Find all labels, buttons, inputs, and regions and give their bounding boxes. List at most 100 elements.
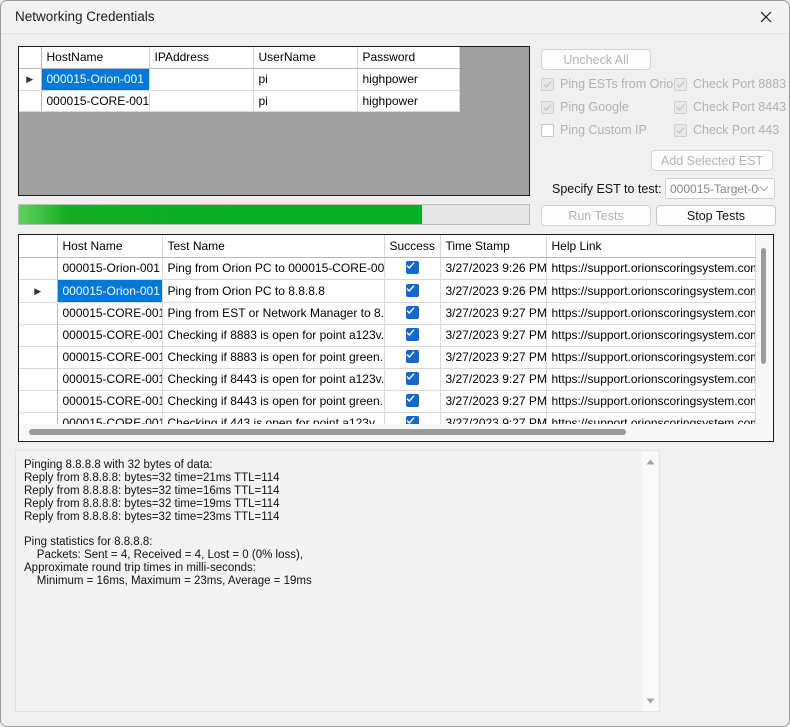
cell-test-name[interactable]: Ping from Orion PC to 8.8.8.8 (162, 279, 384, 302)
column-header-ipaddress[interactable]: IPAddress (149, 47, 253, 68)
results-vertical-scrollbar[interactable] (756, 236, 772, 426)
cell-host-name[interactable]: 000015-CORE-001 (57, 302, 162, 324)
cell-test-name[interactable]: Ping from Orion PC to 000015-CORE-001 (162, 257, 384, 279)
checkbox-ping-custom-ip[interactable]: Ping Custom IP (541, 123, 647, 137)
cell-time-stamp[interactable]: 3/27/2023 9:27 PM (440, 346, 546, 368)
cell-host-name[interactable]: 000015-Orion-001 (57, 279, 162, 302)
row-selector-header (19, 235, 57, 257)
column-header-host-name[interactable]: Host Name (57, 235, 162, 257)
table-row[interactable]: 000015-CORE-001 pi highpower (19, 90, 459, 111)
checkbox-label: Ping Custom IP (560, 123, 647, 137)
checkbox-check-port-8443[interactable]: Check Port 8443 (674, 100, 786, 114)
cell-host-name[interactable]: 000015-CORE-001 (57, 368, 162, 390)
column-header-help-link[interactable]: Help Link (546, 235, 755, 257)
cell-success[interactable] (384, 324, 440, 346)
close-icon (760, 11, 772, 23)
table-row[interactable]: 000015-CORE-001Checking if 8883 is open … (19, 346, 755, 368)
cell-time-stamp[interactable]: 3/27/2023 9:27 PM (440, 390, 546, 412)
row-selector[interactable] (19, 346, 57, 368)
success-checkbox-icon (406, 372, 419, 385)
column-header-time-stamp[interactable]: Time Stamp (440, 235, 546, 257)
stop-tests-button[interactable]: Stop Tests (656, 205, 776, 226)
cell-password[interactable]: highpower (357, 68, 459, 90)
table-row[interactable]: 000015-CORE-001Checking if 8883 is open … (19, 324, 755, 346)
cell-help-link[interactable]: https://support.orionscoringsystem.com/i… (546, 368, 755, 390)
cell-username[interactable]: pi (253, 90, 357, 111)
table-row[interactable]: ▶000015-Orion-001Ping from Orion PC to 8… (19, 279, 755, 302)
column-header-username[interactable]: UserName (253, 47, 357, 68)
column-header-test-name[interactable]: Test Name (162, 235, 384, 257)
cell-success[interactable] (384, 279, 440, 302)
cell-ipaddress[interactable] (149, 90, 253, 111)
column-header-hostname[interactable]: HostName (41, 47, 149, 68)
checkbox-label: Check Port 8443 (693, 100, 786, 114)
uncheck-all-button[interactable]: Uncheck All (541, 49, 651, 70)
cell-help-link[interactable]: https://support.orionscoringsystem.com/i… (546, 346, 755, 368)
cell-test-name[interactable]: Checking if 8443 is open for point green… (162, 390, 384, 412)
cell-time-stamp[interactable]: 3/27/2023 9:26 PM (440, 279, 546, 302)
table-row[interactable]: ▶ 000015-Orion-001 pi highpower (19, 68, 459, 90)
cell-help-link[interactable]: https://support.orionscoringsystem.com/i… (546, 324, 755, 346)
scroll-down-arrow-icon[interactable] (642, 693, 659, 709)
cell-host-name[interactable]: 000015-CORE-001 (57, 346, 162, 368)
test-results-grid[interactable]: Host Name Test Name Success Time Stamp H… (18, 234, 774, 442)
cell-help-link[interactable]: https://support.orionscoringsystem.com/i… (546, 302, 755, 324)
cell-test-name[interactable]: Checking if 8883 is open for point green… (162, 346, 384, 368)
scroll-up-arrow-icon[interactable] (642, 454, 659, 470)
row-selector[interactable] (19, 257, 57, 279)
close-button[interactable] (743, 1, 789, 33)
log-vertical-scrollbar[interactable] (641, 452, 658, 711)
cell-time-stamp[interactable]: 3/27/2023 9:26 PM (440, 257, 546, 279)
results-vertical-scroll-thumb[interactable] (761, 248, 766, 364)
networking-credentials-window: Networking Credentials HostName IPAddres… (0, 0, 790, 727)
row-selector[interactable]: ▶ (19, 68, 41, 90)
cell-help-link[interactable]: https://support.orionscoringsystem.com/i… (546, 279, 755, 302)
add-selected-est-button[interactable]: Add Selected EST (651, 150, 773, 171)
checkbox-check-port-443[interactable]: Check Port 443 (674, 123, 779, 137)
cell-hostname[interactable]: 000015-CORE-001 (41, 90, 149, 111)
cell-success[interactable] (384, 346, 440, 368)
cell-test-name[interactable]: Checking if 8883 is open for point a123v… (162, 324, 384, 346)
cell-success[interactable] (384, 257, 440, 279)
cell-username[interactable]: pi (253, 68, 357, 90)
success-checkbox-icon (406, 328, 419, 341)
table-row[interactable]: 000015-CORE-001Ping from EST or Network … (19, 302, 755, 324)
window-title: Networking Credentials (15, 9, 155, 24)
cell-success[interactable] (384, 390, 440, 412)
specify-est-combobox[interactable]: 000015-Target-001 (665, 178, 775, 199)
cell-test-name[interactable]: Checking if 8443 is open for point a123v… (162, 368, 384, 390)
cell-host-name[interactable]: 000015-Orion-001 (57, 257, 162, 279)
row-selector[interactable]: ▶ (19, 279, 57, 302)
cell-success[interactable] (384, 368, 440, 390)
table-row[interactable]: 000015-CORE-001Checking if 8443 is open … (19, 390, 755, 412)
row-selector[interactable] (19, 390, 57, 412)
credentials-grid[interactable]: HostName IPAddress UserName Password ▶ 0… (18, 46, 530, 196)
row-selector[interactable] (19, 368, 57, 390)
cell-help-link[interactable]: https://support.orionscoringsystem.com/i… (546, 257, 755, 279)
row-selector[interactable] (19, 302, 57, 324)
run-tests-button[interactable]: Run Tests (541, 205, 651, 226)
cell-time-stamp[interactable]: 3/27/2023 9:27 PM (440, 368, 546, 390)
results-horizontal-scroll-thumb[interactable] (29, 429, 626, 435)
cell-host-name[interactable]: 000015-CORE-001 (57, 324, 162, 346)
table-row[interactable]: 000015-Orion-001Ping from Orion PC to 00… (19, 257, 755, 279)
results-horizontal-scrollbar[interactable] (20, 424, 774, 440)
column-header-success[interactable]: Success (384, 235, 440, 257)
checkbox-ping-ests-from-orion[interactable]: Ping ESTs from Orion (541, 77, 680, 91)
cell-ipaddress[interactable] (149, 68, 253, 90)
cell-time-stamp[interactable]: 3/27/2023 9:27 PM (440, 302, 546, 324)
checkbox-check-port-8883[interactable]: Check Port 8883 (674, 77, 786, 91)
row-selector[interactable] (19, 90, 41, 111)
cell-help-link[interactable]: https://support.orionscoringsystem.com/i… (546, 390, 755, 412)
cell-success[interactable] (384, 302, 440, 324)
checkbox-ping-google[interactable]: Ping Google (541, 100, 629, 114)
cell-test-name[interactable]: Ping from EST or Network Manager to 8.8.… (162, 302, 384, 324)
cell-time-stamp[interactable]: 3/27/2023 9:27 PM (440, 324, 546, 346)
column-header-password[interactable]: Password (357, 47, 459, 68)
table-row[interactable]: 000015-CORE-001Checking if 8443 is open … (19, 368, 755, 390)
ping-output-panel[interactable]: Pinging 8.8.8.8 with 32 bytes of data: R… (15, 450, 660, 712)
cell-host-name[interactable]: 000015-CORE-001 (57, 390, 162, 412)
cell-password[interactable]: highpower (357, 90, 459, 111)
row-selector[interactable] (19, 324, 57, 346)
cell-hostname[interactable]: 000015-Orion-001 (41, 68, 149, 90)
